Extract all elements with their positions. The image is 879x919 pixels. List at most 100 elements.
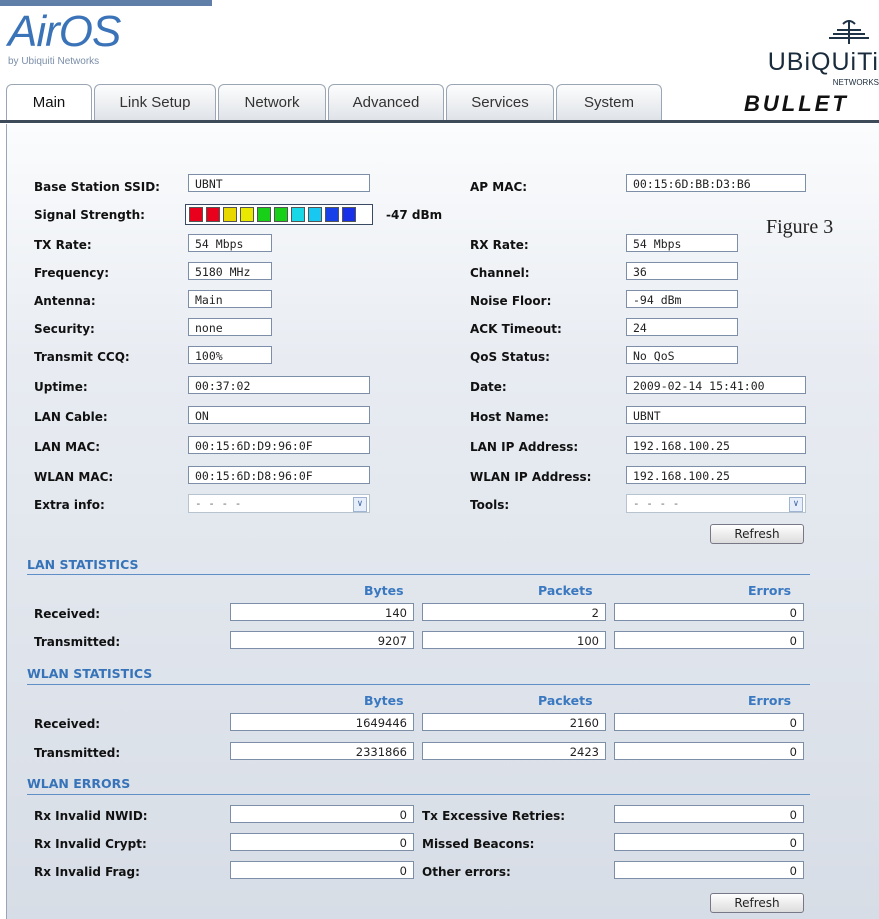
airos-byline: by Ubiquiti Networks <box>8 56 100 67</box>
figure-label: Figure 3 <box>766 216 834 238</box>
lan-col-packets: Packets <box>538 583 593 598</box>
rx-rate-label: RX Rate: <box>470 238 529 252</box>
header-strip <box>0 0 212 6</box>
wlan-transmitted-packets: 2423 <box>422 742 606 760</box>
ap-mac-label: AP MAC: <box>470 180 528 194</box>
section-divider <box>27 794 810 795</box>
transmit-ccq-value: 100% <box>188 346 272 364</box>
uptime-label: Uptime: <box>34 380 88 394</box>
rx-rate-value: 54 Mbps <box>626 234 738 252</box>
tab-divider <box>0 120 879 123</box>
frequency-label: Frequency: <box>34 266 110 280</box>
extra-info-select[interactable]: - - - - ∨ <box>188 494 370 513</box>
tab-network[interactable]: Network <box>218 84 326 120</box>
bullet-logo: BULLET <box>744 91 849 116</box>
lan-cable-label: LAN Cable: <box>34 410 108 424</box>
lan-ip-label: LAN IP Address: <box>470 440 579 454</box>
tab-system[interactable]: System <box>556 84 662 120</box>
tx-excessive-retries-label: Tx Excessive Retries: <box>422 809 566 823</box>
rx-invalid-nwid-value: 0 <box>230 805 414 823</box>
signal-bar <box>274 207 288 222</box>
security-value: none <box>188 318 272 336</box>
wlan-transmitted-errors: 0 <box>614 742 804 760</box>
rx-invalid-frag-label: Rx Invalid Frag: <box>34 865 140 879</box>
lan-received-bytes: 140 <box>230 603 414 621</box>
ap-mac-value: 00:15:6D:BB:D3:B6 <box>626 174 806 192</box>
signal-bar <box>240 207 254 222</box>
signal-bar <box>206 207 220 222</box>
chevron-down-icon[interactable]: ∨ <box>353 497 367 512</box>
main-panel <box>6 124 879 919</box>
lan-col-bytes: Bytes <box>364 583 404 598</box>
lan-col-errors: Errors <box>748 583 792 598</box>
tab-main[interactable]: Main <box>6 84 92 122</box>
noise-floor-value: -94 dBm <box>626 290 738 308</box>
signal-bar <box>308 207 322 222</box>
transmit-ccq-label: Transmit CCQ: <box>34 350 130 364</box>
date-label: Date: <box>470 380 507 394</box>
lan-ip-value: 192.168.100.25 <box>626 436 806 454</box>
lan-received-label: Received: <box>34 607 101 621</box>
ubiquiti-logo: UBiQUiTi NETWORKS <box>735 20 879 87</box>
wlan-ip-value: 192.168.100.25 <box>626 466 806 484</box>
wlan-statistics-title: WLAN STATISTICS <box>27 666 153 681</box>
ssid-value: UBNT <box>188 174 370 192</box>
ack-timeout-value: 24 <box>626 318 738 336</box>
wlan-errors-title: WLAN ERRORS <box>27 776 131 791</box>
ubiquiti-networks-text: NETWORKS <box>832 78 879 87</box>
lan-received-errors: 0 <box>614 603 804 621</box>
tab-services[interactable]: Services <box>446 84 554 120</box>
qos-status-value: No QoS <box>626 346 738 364</box>
refresh-stats-button[interactable]: Refresh <box>710 893 804 913</box>
section-divider <box>27 684 810 685</box>
signal-bar <box>223 207 237 222</box>
noise-floor-label: Noise Floor: <box>470 294 552 308</box>
wlan-received-packets: 2160 <box>422 713 606 731</box>
signal-bar <box>325 207 339 222</box>
tab-link-setup[interactable]: Link Setup <box>94 84 216 120</box>
wlan-received-bytes: 1649446 <box>230 713 414 731</box>
signal-strength-label: Signal Strength: <box>34 208 145 222</box>
other-errors-value: 0 <box>614 861 804 879</box>
chevron-down-icon[interactable]: ∨ <box>789 497 803 512</box>
wlan-transmitted-bytes: 2331866 <box>230 742 414 760</box>
signal-bar <box>257 207 271 222</box>
wlan-transmitted-label: Transmitted: <box>34 746 121 760</box>
ssid-label: Base Station SSID: <box>34 180 160 194</box>
date-value: 2009-02-14 15:41:00 <box>626 376 806 394</box>
signal-strength-meter <box>185 204 373 225</box>
ack-timeout-label: ACK Timeout: <box>470 322 562 336</box>
wlan-mac-value: 00:15:6D:D8:96:0F <box>188 466 370 484</box>
wlan-received-label: Received: <box>34 717 101 731</box>
lan-mac-value: 00:15:6D:D9:96:0F <box>188 436 370 454</box>
refresh-status-button[interactable]: Refresh <box>710 524 804 544</box>
ubiquiti-antenna-icon <box>829 20 869 44</box>
tab-advanced[interactable]: Advanced <box>328 84 444 120</box>
section-divider <box>27 574 810 575</box>
wlan-col-errors: Errors <box>748 693 792 708</box>
lan-transmitted-label: Transmitted: <box>34 635 121 649</box>
lan-mac-label: LAN MAC: <box>34 440 100 454</box>
wlan-received-errors: 0 <box>614 713 804 731</box>
rx-invalid-crypt-value: 0 <box>230 833 414 851</box>
airos-wordmark: AirOS <box>8 7 121 56</box>
security-label: Security: <box>34 322 95 336</box>
tools-select[interactable]: - - - - ∨ <box>626 494 806 513</box>
host-name-label: Host Name: <box>470 410 549 424</box>
wlan-ip-label: WLAN IP Address: <box>470 470 592 484</box>
lan-transmitted-packets: 100 <box>422 631 606 649</box>
qos-status-label: QoS Status: <box>470 350 550 364</box>
ubiquiti-wordmark: UBiQUiTi <box>767 48 879 76</box>
tx-rate-value: 54 Mbps <box>188 234 272 252</box>
uptime-value: 00:37:02 <box>188 376 370 394</box>
rx-invalid-crypt-label: Rx Invalid Crypt: <box>34 837 147 851</box>
other-errors-label: Other errors: <box>422 865 511 879</box>
lan-transmitted-errors: 0 <box>614 631 804 649</box>
channel-label: Channel: <box>470 266 530 280</box>
missed-beacons-value: 0 <box>614 833 804 851</box>
lan-cable-value: ON <box>188 406 370 424</box>
antenna-label: Antenna: <box>34 294 96 308</box>
tx-excessive-retries-value: 0 <box>614 805 804 823</box>
signal-bar <box>189 207 203 222</box>
signal-bar <box>342 207 356 222</box>
